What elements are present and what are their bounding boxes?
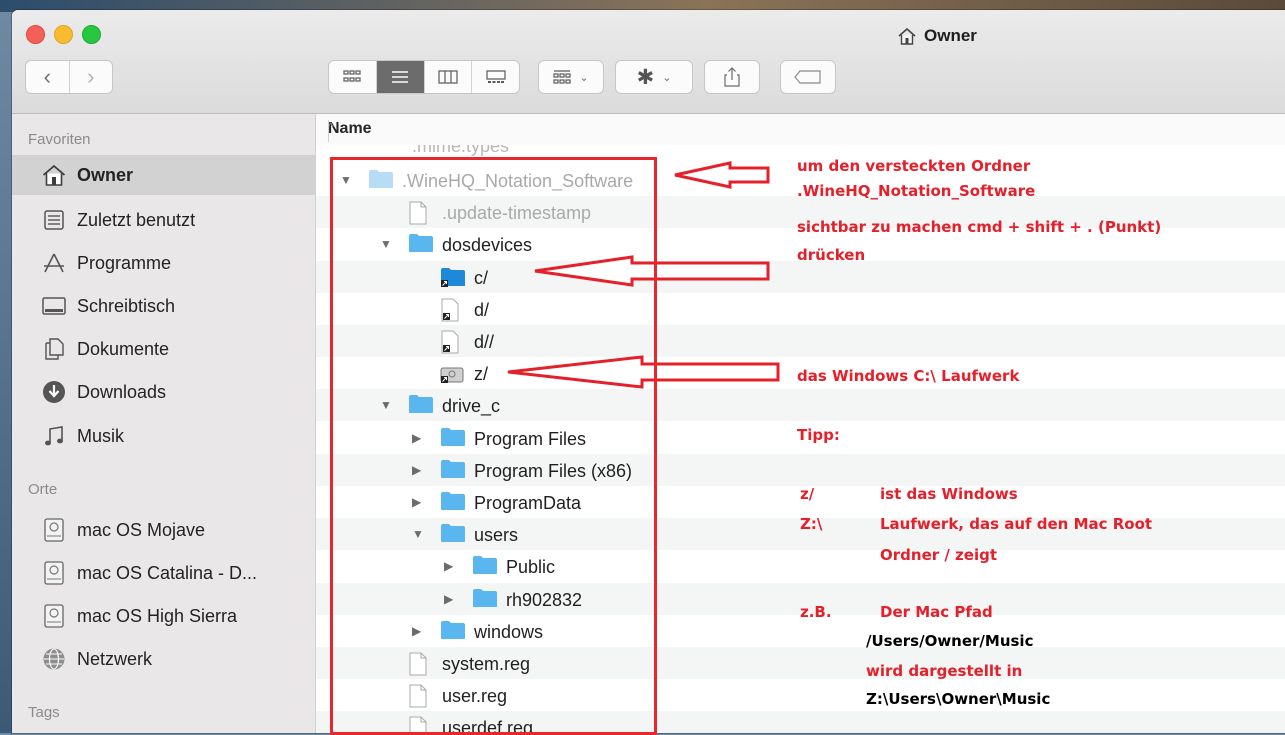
- annotation-example-windows-path: Z:\Users\Owner\Music: [866, 690, 1051, 708]
- annotation-tip-z-drive: Z:\: [800, 515, 823, 533]
- annotation-example-label: z.B.: [800, 603, 832, 621]
- annotation-tip-line1: ist das Windows: [880, 485, 1018, 503]
- highlight-box: [330, 157, 657, 735]
- annotation-hidden-folder-line4: drücken: [797, 246, 866, 264]
- annotation-hidden-folder-line3: sichtbar zu machen cmd + shift + . (Punk…: [797, 218, 1162, 236]
- annotation-example-line1: Der Mac Pfad: [880, 603, 993, 621]
- annotation-hidden-folder-line2: .WineHQ_Notation_Software: [797, 182, 1036, 200]
- annotation-tip-line2: Laufwerk, das auf den Mac Root: [880, 515, 1153, 533]
- annotation-c-drive: das Windows C:\ Laufwerk: [797, 367, 1020, 385]
- annotation-example-line3: wird dargestellt in: [866, 662, 1023, 680]
- annotation-hidden-folder-line1: um den versteckten Ordner: [797, 157, 1031, 175]
- annotation-tip-line3: Ordner / zeigt: [880, 546, 998, 564]
- annotation-example-mac-path: /Users/Owner/Music: [866, 632, 1034, 650]
- arrow-to-winehq-folder: [674, 161, 770, 189]
- annotation-tip-z-slash: z/: [800, 485, 815, 503]
- annotation-tip-title: Tipp:: [797, 426, 840, 444]
